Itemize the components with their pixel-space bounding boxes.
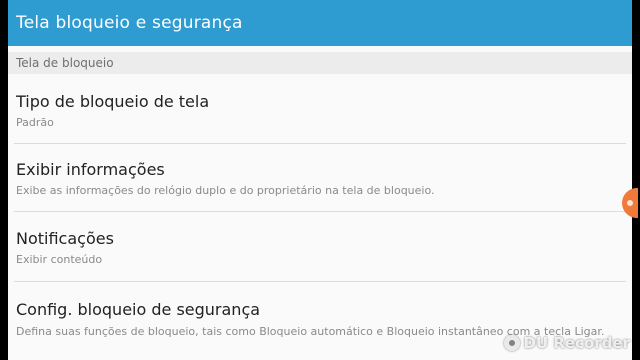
settings-list: Tipo de bloqueio de tela Padrão Exibir i… xyxy=(0,74,640,360)
setting-title: Tipo de bloqueio de tela xyxy=(16,92,210,111)
setting-show-info[interactable]: Exibir informações Exibe as informações … xyxy=(0,144,640,212)
setting-title: Notificações xyxy=(16,229,114,248)
setting-notifications[interactable]: Notificações Exibir conteúdo xyxy=(0,212,640,282)
watermark: DU Recorder xyxy=(503,334,630,352)
setting-title: Exibir informações xyxy=(16,160,165,179)
section-header-label: Tela de bloqueio xyxy=(16,56,114,70)
page-title: Tela bloqueio e segurança xyxy=(16,13,243,33)
left-letterbox xyxy=(0,0,8,360)
watermark-text: DU Recorder xyxy=(523,334,630,352)
setting-subtitle: Padrão xyxy=(16,116,54,129)
setting-lock-screen-type[interactable]: Tipo de bloqueio de tela Padrão xyxy=(0,74,640,144)
setting-subtitle: Exibe as informações do relógio duplo e … xyxy=(16,184,435,197)
app-bar: Tela bloqueio e segurança xyxy=(0,0,640,46)
setting-subtitle: Exibir conteúdo xyxy=(16,253,103,266)
section-header: Tela de bloqueio xyxy=(0,52,640,74)
right-letterbox xyxy=(632,0,640,360)
record-icon xyxy=(503,335,520,351)
setting-title: Config. bloqueio de segurança xyxy=(16,300,261,319)
